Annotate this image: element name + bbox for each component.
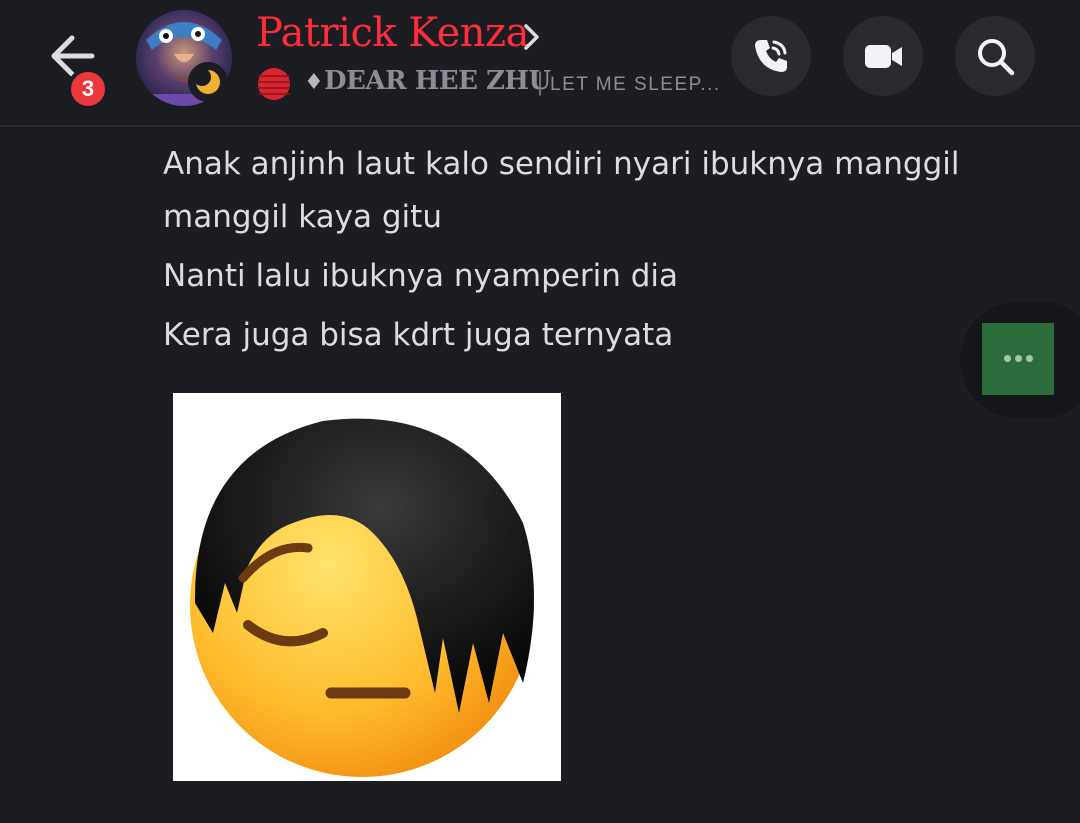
phone-icon <box>755 40 787 72</box>
diamond-glyph: ♦ <box>304 70 324 95</box>
voice-call-button[interactable] <box>731 16 811 96</box>
dot <box>1026 355 1033 362</box>
separator: | <box>536 68 545 96</box>
emoji-image <box>190 418 534 777</box>
image-attachment[interactable] <box>173 393 561 781</box>
chevron-right-icon[interactable] <box>522 22 542 52</box>
red-emblem-icon <box>258 68 290 100</box>
video-call-button[interactable] <box>843 16 923 96</box>
user-name[interactable]: Patrick Kenza <box>256 10 529 56</box>
unread-badge: 3 <box>67 68 109 110</box>
moon-icon <box>194 68 220 94</box>
message-list: Anak anjinh laut kalo sendiri nyari ibuk… <box>163 138 983 368</box>
status-indicator <box>188 62 228 102</box>
message-text[interactable]: Kera juga bisa kdrt juga ternyata <box>163 309 983 362</box>
search-button[interactable] <box>955 16 1035 96</box>
video-camera-icon <box>865 45 902 68</box>
chat-header: 3 Patrick Kenza ♦ DEAR HEE ZHU | LET ME … <box>0 0 1080 127</box>
custom-status: LET ME SLEEP... <box>550 74 721 95</box>
search-icon <box>978 39 1015 76</box>
profile-tagline: DEAR HEE ZHU <box>324 66 551 96</box>
dot <box>1015 355 1022 362</box>
message-text[interactable]: Nanti lalu ibuknya nyamperin dia <box>163 250 983 303</box>
more-options-button[interactable] <box>982 323 1054 395</box>
message-text[interactable]: Anak anjinh laut kalo sendiri nyari ibuk… <box>163 138 983 244</box>
more-dots-icon <box>1004 355 1011 362</box>
